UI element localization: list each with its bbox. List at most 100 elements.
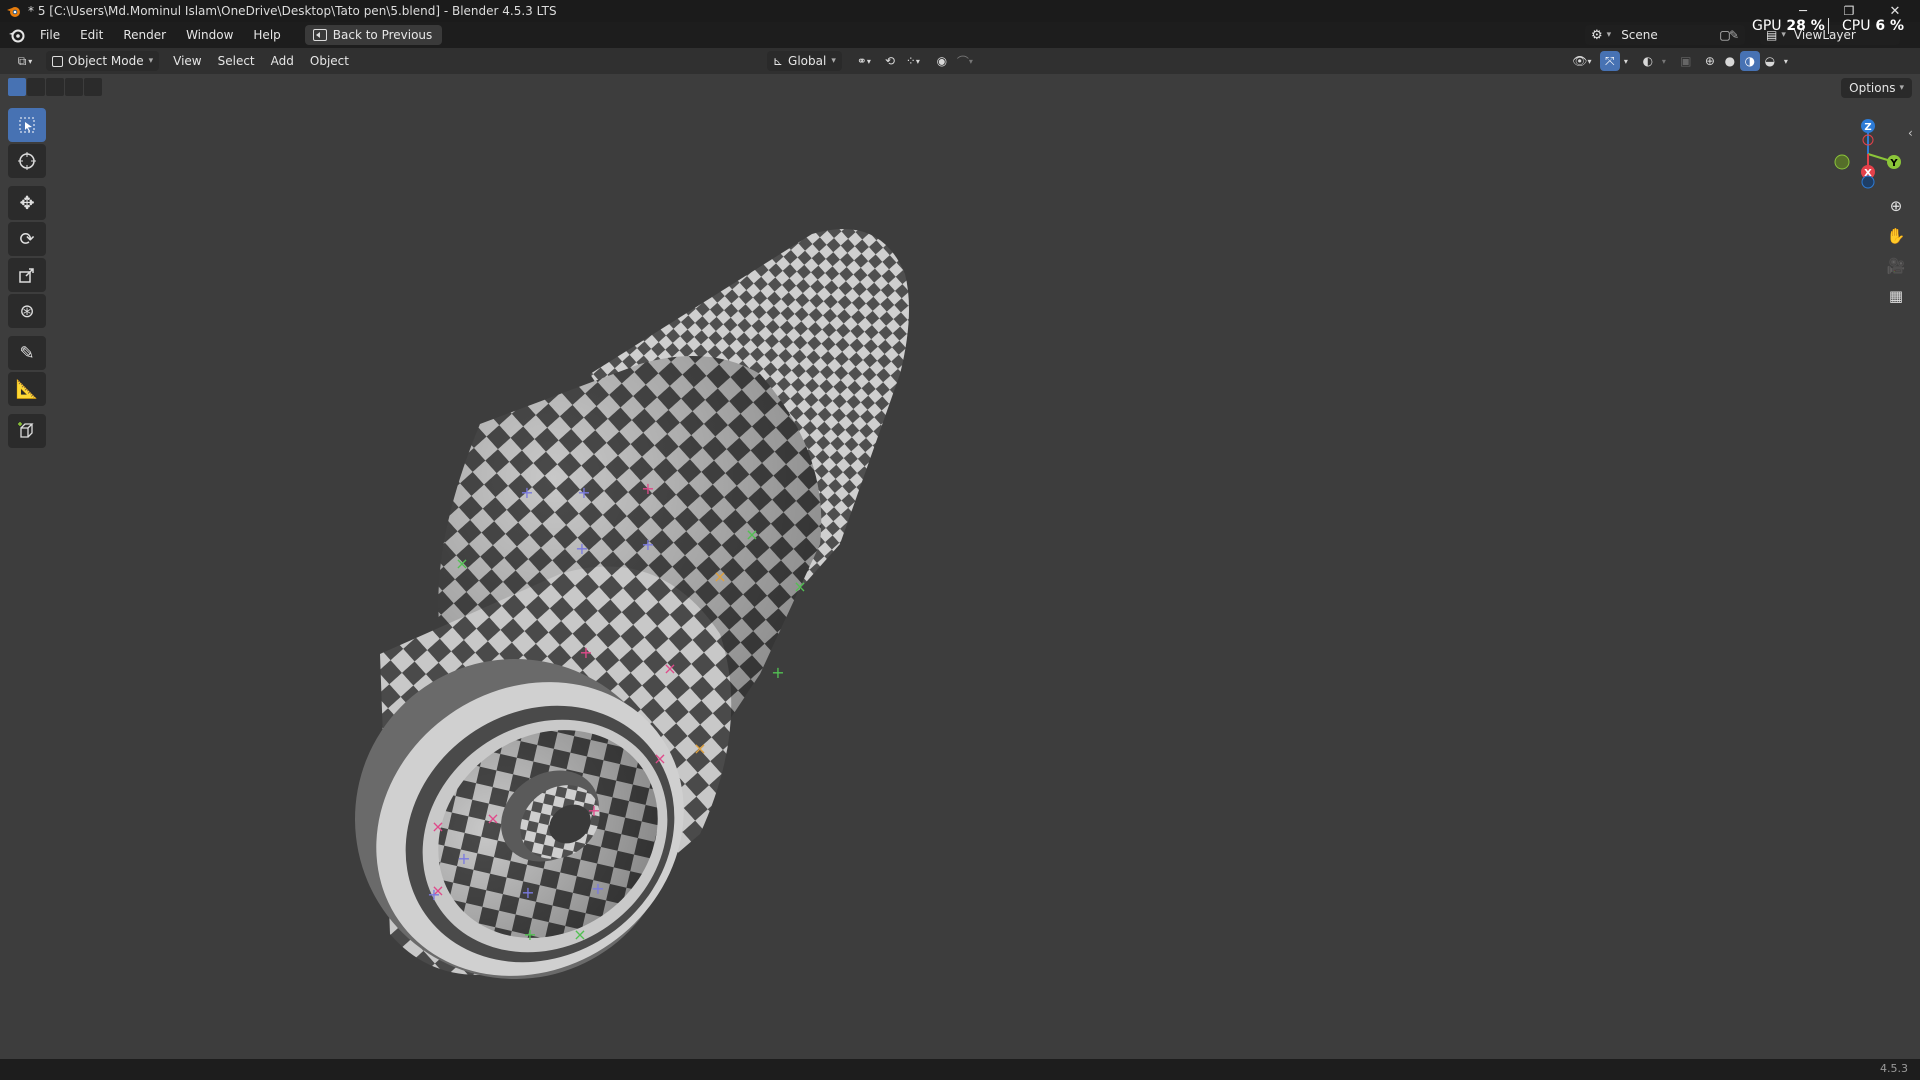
svg-text:+: + (521, 883, 534, 902)
cpu-value: 6 % (1875, 18, 1904, 34)
cpu-label: CPU (1842, 18, 1871, 34)
axis-neg-z-icon[interactable] (1861, 175, 1875, 189)
menu-edit[interactable]: Edit (70, 22, 113, 48)
svg-text:+: + (575, 539, 588, 558)
select-subtract-icon[interactable] (46, 78, 64, 96)
svg-text:+: + (457, 849, 470, 868)
svg-text:+: + (641, 535, 654, 554)
svg-text:+: + (591, 879, 604, 898)
title-bar: * 5 [C:\Users\Md.Mominul Islam\OneDrive\… (0, 0, 1920, 22)
cpu-usage: CPU 6 % (1842, 18, 1904, 34)
axis-y-label: Y (1889, 158, 1898, 169)
navigation-gizmo[interactable]: Z Y X (1828, 114, 1908, 194)
menu-window[interactable]: Window (176, 22, 243, 48)
falloff-icon[interactable]: ⌒ ▾ (952, 51, 978, 71)
menu-render[interactable]: Render (113, 22, 176, 48)
svg-text:+: + (641, 479, 654, 498)
selection-mode-group (8, 78, 102, 96)
select-extend-icon[interactable] (27, 78, 45, 96)
tool-shelf: ✥ ⟳ ⊛ ✎ 📐 (8, 108, 46, 450)
options-label: Options (1849, 81, 1896, 95)
version-label: 4.5.3 (1880, 1062, 1908, 1075)
svg-text:+: + (427, 885, 440, 904)
viewport-menu-view[interactable]: View (165, 54, 209, 68)
blender-logo-icon (7, 7, 20, 17)
mode-dropdown[interactable]: Object Mode ▾ (46, 51, 160, 71)
svg-text:×: × (693, 739, 706, 758)
viewport-menu-object[interactable]: Object (302, 54, 357, 68)
pivot-point-icon[interactable]: ⚭ ▾ (850, 51, 878, 71)
rotate-icon[interactable]: ⟳ (8, 222, 46, 256)
orientation-dropdown[interactable]: ⊾ Global ▾ (766, 51, 842, 71)
svg-text:+: + (520, 483, 533, 502)
editor-type-icon[interactable]: ⧉ ▾ (12, 51, 38, 71)
chevron-down-icon[interactable]: ▾ (1620, 51, 1632, 71)
viewport-header: ⧉ ▾ Object Mode ▾ View Select Add Object … (0, 48, 1920, 74)
svg-text:×: × (431, 817, 444, 836)
pan-hand-icon[interactable]: ✋ (1882, 222, 1910, 250)
axis-neg-y-icon[interactable] (1834, 154, 1850, 170)
snap-toggle-icon[interactable]: ⟲ (880, 51, 900, 71)
blender-menu-icon[interactable] (8, 26, 26, 44)
perspective-toggle-icon[interactable]: ▦ (1882, 282, 1910, 310)
measure-icon[interactable]: 📐 (8, 372, 46, 406)
chevron-down-icon: ▾ (1899, 83, 1904, 93)
material-shading-icon[interactable]: ◑ (1739, 51, 1760, 71)
wireframe-shading-icon[interactable]: ⊕ (1700, 51, 1720, 71)
pen-model[interactable]: + + + + + × × × × + + × × + × × + + + + … (0, 74, 1920, 1059)
svg-text:×: × (455, 554, 468, 573)
transform-icon[interactable]: ⊛ (8, 294, 46, 328)
select-box-icon[interactable] (8, 108, 46, 142)
back-to-previous-button[interactable]: Back to Previous (304, 25, 443, 45)
cursor-icon[interactable] (8, 144, 46, 178)
scale-icon[interactable] (8, 258, 46, 292)
menu-file[interactable]: File (30, 22, 70, 48)
move-icon[interactable]: ✥ (8, 186, 46, 220)
svg-text:+: + (587, 801, 600, 820)
svg-text:×: × (653, 749, 666, 768)
snap-target-icon[interactable]: ⁘ ▾ (900, 51, 926, 71)
menu-help[interactable]: Help (243, 22, 290, 48)
svg-text:×: × (713, 567, 726, 586)
gpu-usage: GPU 28 % (1752, 18, 1825, 34)
chevron-down-icon: ▾ (148, 56, 154, 66)
sidebar-toggle-icon[interactable]: ‹ (1908, 126, 1913, 140)
chevron-down-icon[interactable]: ▾ (1658, 51, 1670, 71)
proportional-edit-icon[interactable]: ◉ (932, 51, 952, 71)
svg-text:+: + (577, 483, 590, 502)
xray-toggle-icon[interactable]: ▣ (1676, 51, 1696, 71)
mode-label: Object Mode (68, 54, 144, 68)
new-scene-icon[interactable]: ▢ (1715, 25, 1735, 45)
zoom-icon[interactable]: ⊕ (1882, 192, 1910, 220)
rendered-shading-icon[interactable]: ◒ (1760, 51, 1780, 71)
visibility-icon[interactable]: 👁 ▾ (1568, 51, 1596, 71)
svg-text:+: + (771, 663, 784, 682)
add-cube-icon[interactable] (8, 414, 46, 448)
svg-text:+: + (579, 643, 592, 662)
chevron-down-icon: ▾ (1606, 30, 1612, 40)
gizmo-toggle-icon[interactable]: ⤧ (1599, 51, 1620, 71)
orientation-icon: ⊾ (772, 54, 784, 68)
viewport-menu-select[interactable]: Select (210, 54, 263, 68)
svg-text:×: × (573, 925, 586, 944)
viewport-menu-add[interactable]: Add (263, 54, 302, 68)
chevron-down-icon[interactable]: ▾ (1780, 51, 1792, 71)
overlay-toggle-icon[interactable]: ◐ (1638, 51, 1658, 71)
options-dropdown[interactable]: Options ▾ (1841, 78, 1912, 98)
solid-shading-icon[interactable]: ● (1720, 51, 1740, 71)
select-intersect-icon[interactable] (84, 78, 102, 96)
annotate-icon[interactable]: ✎ (8, 336, 46, 370)
select-new-icon[interactable] (8, 78, 26, 96)
svg-text:×: × (745, 525, 758, 544)
camera-view-icon[interactable]: 🎥 (1882, 252, 1910, 280)
back-to-previous-label: Back to Previous (332, 28, 433, 42)
svg-text:×: × (486, 809, 499, 828)
svg-text:×: × (793, 577, 806, 596)
perf-divider (1828, 18, 1829, 34)
window-title: * 5 [C:\Users\Md.Mominul Islam\OneDrive\… (28, 4, 557, 18)
3d-viewport[interactable]: + + + + + × × × × + + × × + × × + + + + … (0, 74, 1920, 1059)
axis-z-label: Z (1864, 122, 1871, 133)
scene-name: Scene (1621, 28, 1658, 42)
orientation-label: Global (788, 54, 827, 68)
select-invert-icon[interactable] (65, 78, 83, 96)
